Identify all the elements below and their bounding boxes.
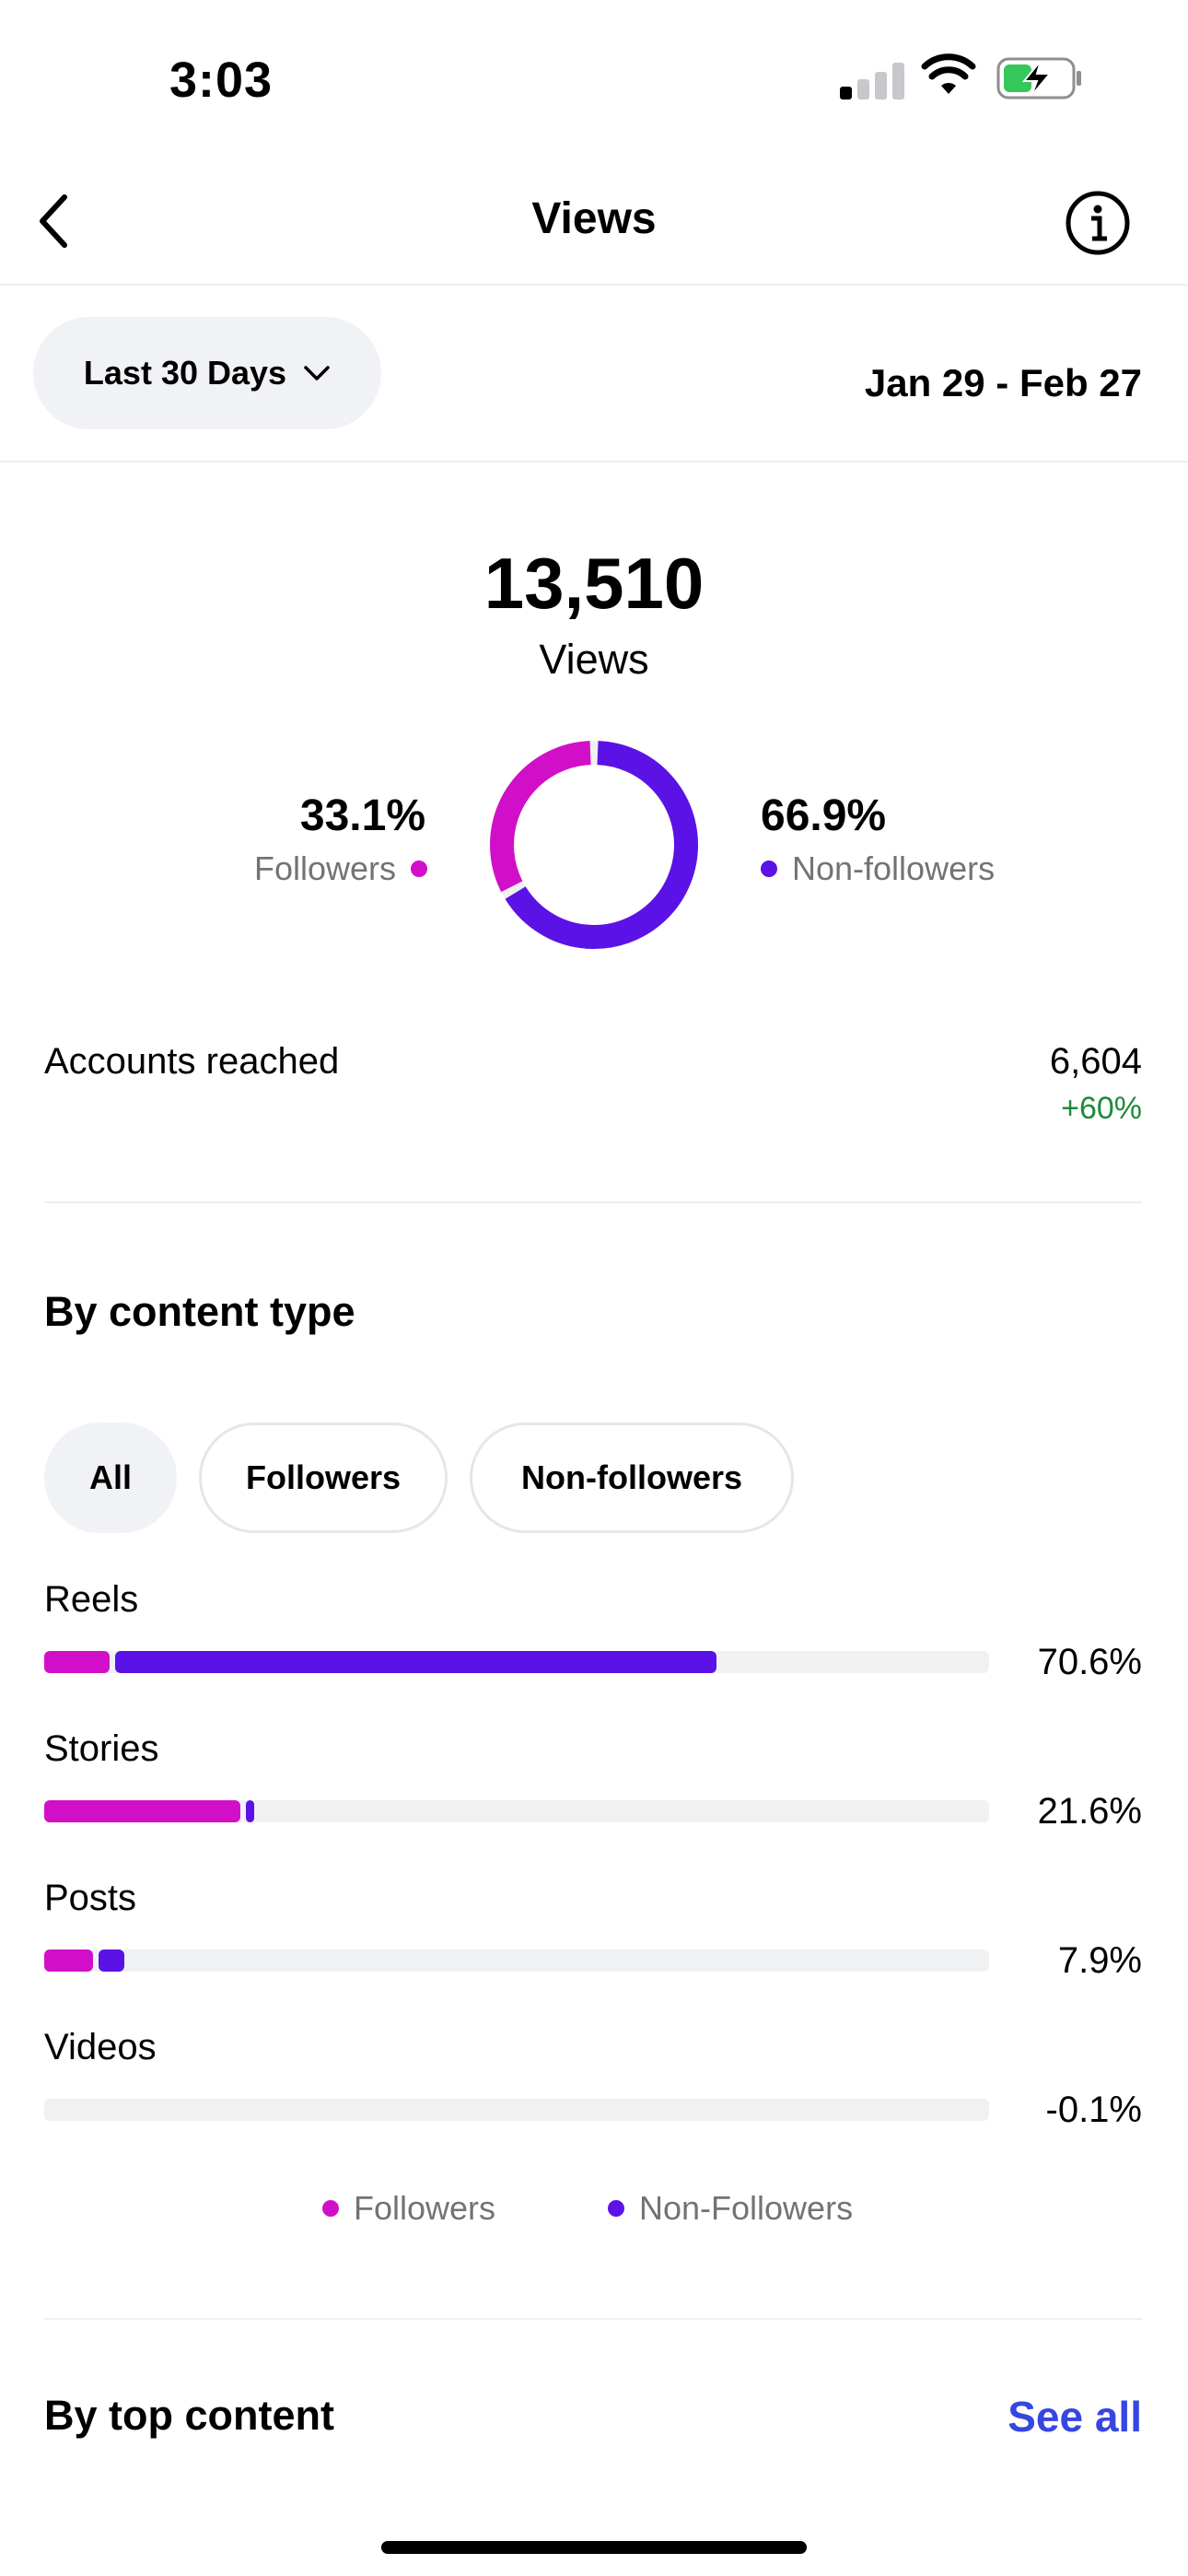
date-range-dropdown-label: Last 30 Days	[83, 354, 287, 392]
reach-divider	[44, 1201, 1142, 1203]
legend-dot-non-followers	[608, 2200, 624, 2217]
bar-segment-followers	[44, 1950, 94, 1972]
followers-percentage: 33.1%	[299, 791, 425, 840]
bar-segment-followers	[44, 1651, 110, 1673]
content-type-pct-stories: 21.6%	[1037, 1791, 1142, 1832]
header-divider	[0, 284, 1188, 286]
battery-charging-icon	[996, 57, 1081, 100]
content-type-label-posts: Posts	[44, 1878, 137, 1918]
donut-segment-followers	[490, 741, 698, 949]
chevron-down-icon	[304, 366, 330, 381]
content-type-pct-videos: -0.1%	[1045, 2090, 1143, 2130]
bar-track-reels	[44, 1651, 989, 1673]
bar-track-posts	[44, 1950, 989, 1972]
accounts-reached-label: Accounts reached	[44, 1041, 340, 1082]
date-range-text: Jan 29 - Feb 27	[864, 361, 1142, 404]
top-content-title: By top content	[44, 2392, 334, 2439]
legend-dot-followers	[322, 2200, 339, 2217]
filter-chip-followers[interactable]: Followers	[199, 1423, 448, 1533]
content-type-label-videos: Videos	[44, 2027, 157, 2067]
accounts-reached-value: 6,604	[1049, 1041, 1142, 1082]
non-followers-percentage: 66.9%	[761, 791, 887, 840]
followers-label: Followers	[253, 849, 396, 887]
date-range-dropdown[interactable]: Last 30 Days	[33, 317, 381, 429]
followers-donut-chart	[490, 741, 698, 949]
wifi-icon	[921, 53, 976, 94]
content-type-pct-reels: 70.6%	[1037, 1642, 1142, 1682]
legend-label-followers: Followers	[354, 2189, 496, 2227]
content-type-label-reels: Reels	[44, 1579, 139, 1620]
range-divider	[0, 461, 1188, 463]
filter-chip-all[interactable]: All	[44, 1423, 177, 1533]
filter-chip-non-followers[interactable]: Non-followers	[470, 1423, 794, 1533]
bar-segment-followers	[44, 1800, 241, 1822]
info-icon[interactable]	[1065, 190, 1131, 256]
total-views-value: 13,510	[483, 543, 705, 624]
cellular-signal-icon	[840, 63, 904, 100]
content-type-label-stories: Stories	[44, 1728, 159, 1769]
followers-dot	[411, 861, 427, 877]
status-time: 3:03	[169, 53, 274, 108]
page-title: Views	[531, 194, 657, 243]
content-type-title: By content type	[44, 1288, 355, 1335]
followers-legend: Followers	[254, 849, 427, 888]
non-followers-legend: Non-followers	[761, 849, 995, 888]
content-type-divider	[44, 2318, 1142, 2320]
home-indicator[interactable]	[381, 2541, 807, 2554]
legend-non-followers: Non-Followers	[608, 2189, 853, 2228]
content-type-pct-posts: 7.9%	[1057, 1940, 1142, 1981]
non-followers-label: Non-followers	[792, 849, 996, 887]
non-followers-dot	[761, 861, 777, 877]
bar-segment-non-followers	[99, 1950, 125, 1972]
legend-label-non-followers: Non-Followers	[639, 2189, 854, 2227]
legend-followers: Followers	[322, 2189, 495, 2228]
bar-segment-non-followers	[246, 1800, 254, 1822]
total-views-label: Views	[539, 636, 649, 683]
see-all-link[interactable]: See all	[1007, 2392, 1142, 2441]
bar-segment-non-followers	[114, 1651, 717, 1673]
accounts-reached-change: +60%	[1061, 1091, 1142, 1126]
bar-track-stories	[44, 1800, 989, 1822]
bar-track-videos	[44, 2099, 989, 2121]
